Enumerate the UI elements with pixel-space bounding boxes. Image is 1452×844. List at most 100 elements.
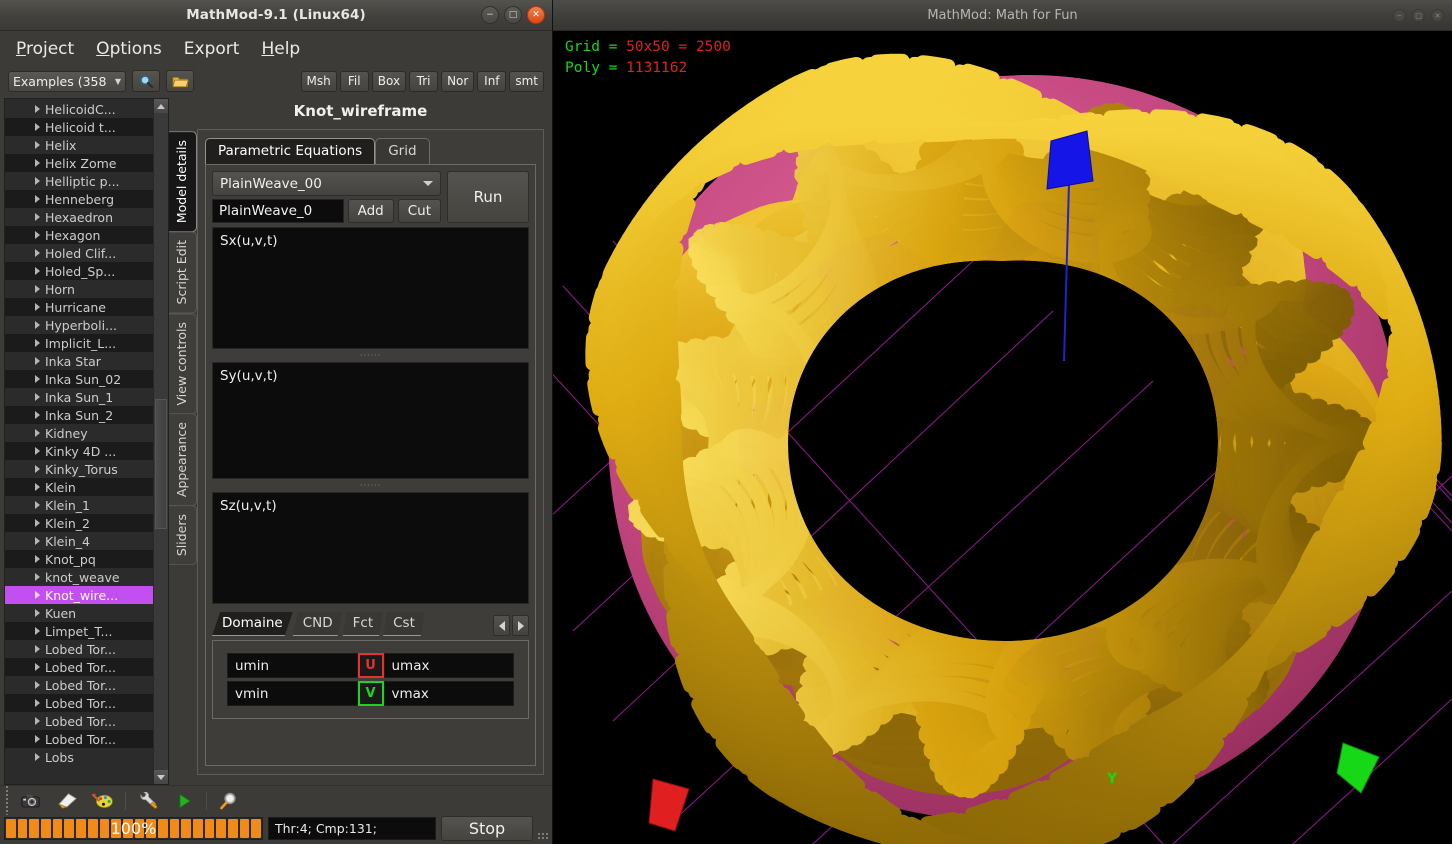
vtab-script-edit[interactable]: Script Edit xyxy=(169,231,197,314)
settings-button[interactable] xyxy=(131,788,165,814)
list-item[interactable]: Helliptic p... xyxy=(5,172,153,190)
list-item[interactable]: Hexaedron xyxy=(5,208,153,226)
list-item[interactable]: Inka Sun_02 xyxy=(5,370,153,388)
play-button[interactable] xyxy=(167,788,201,814)
menu-options[interactable]: Options xyxy=(88,36,170,62)
list-item[interactable]: Hexagon xyxy=(5,226,153,244)
model-list[interactable]: HelicoidC... Helicoid t... Helix Helix Zome… xyxy=(5,99,153,784)
palette-button[interactable] xyxy=(86,788,120,814)
equation-sz-input[interactable]: Sz(u,v,t) xyxy=(212,492,529,604)
component-combo[interactable]: PlainWeave_00 xyxy=(212,171,441,196)
expand-arrow-icon[interactable] xyxy=(35,141,40,149)
expand-arrow-icon[interactable] xyxy=(35,627,40,635)
expand-arrow-icon[interactable] xyxy=(35,285,40,293)
splitter-handle-2[interactable]: ······ xyxy=(212,481,529,490)
list-item[interactable]: Kuen xyxy=(5,604,153,622)
list-item[interactable]: Lobed Tor... xyxy=(5,730,153,748)
expand-arrow-icon[interactable] xyxy=(35,753,40,761)
list-item[interactable]: Kinky_Torus xyxy=(5,460,153,478)
list-item[interactable]: Implicit_L... xyxy=(5,334,153,352)
expand-arrow-icon[interactable] xyxy=(35,303,40,311)
list-item[interactable]: Lobed Tor... xyxy=(5,658,153,676)
list-item[interactable]: Klein_4 xyxy=(5,532,153,550)
list-item[interactable]: Hurricane xyxy=(5,298,153,316)
list-item[interactable]: Helix xyxy=(5,136,153,154)
btab-domaine[interactable]: Domaine xyxy=(212,612,293,636)
cut-button[interactable]: Cut xyxy=(397,199,441,223)
equation-sy-input[interactable]: Sy(u,v,t) xyxy=(212,362,529,479)
scroll-down-button[interactable] xyxy=(154,770,168,784)
equation-sx-input[interactable]: Sx(u,v,t) xyxy=(212,227,529,349)
list-item[interactable]: Klein_1 xyxy=(5,496,153,514)
list-item[interactable]: Lobed Tor... xyxy=(5,694,153,712)
notepad-button[interactable] xyxy=(50,788,84,814)
umax-input[interactable]: umax xyxy=(383,653,514,678)
list-item[interactable]: Lobed Tor... xyxy=(5,640,153,658)
run-button[interactable]: Run xyxy=(447,171,529,223)
list-item[interactable]: Inka Star xyxy=(5,352,153,370)
vmin-input[interactable]: vmin xyxy=(227,681,358,706)
expand-arrow-icon[interactable] xyxy=(35,645,40,653)
resize-grip[interactable] xyxy=(538,819,548,839)
expand-arrow-icon[interactable] xyxy=(35,447,40,455)
expand-arrow-icon[interactable] xyxy=(35,519,40,527)
expand-arrow-icon[interactable] xyxy=(35,591,40,599)
examples-combo[interactable]: Examples (358 ▼ xyxy=(8,70,126,92)
expand-arrow-icon[interactable] xyxy=(35,573,40,581)
vtab-sliders[interactable]: Sliders xyxy=(169,505,197,566)
list-item[interactable]: Holed_Sp... xyxy=(5,262,153,280)
list-item[interactable]: Knot_wire... xyxy=(5,586,153,604)
toolbar-drag-handle[interactable] xyxy=(4,781,12,820)
expand-arrow-icon[interactable] xyxy=(35,609,40,617)
expand-arrow-icon[interactable] xyxy=(35,501,40,509)
umin-input[interactable]: umin xyxy=(227,653,358,678)
menu-help[interactable]: Help xyxy=(253,36,308,62)
btab-cst[interactable]: Cst xyxy=(383,612,425,636)
splitter-handle-1[interactable]: ······ xyxy=(212,351,529,360)
list-item[interactable]: knot_weave xyxy=(5,568,153,586)
model-list-scrollbar[interactable] xyxy=(153,99,168,784)
expand-arrow-icon[interactable] xyxy=(35,249,40,257)
btn-fil[interactable]: Fil xyxy=(339,70,369,92)
scroll-up-button[interactable] xyxy=(154,99,168,113)
list-item[interactable]: Holed Clif... xyxy=(5,244,153,262)
list-item[interactable]: Klein xyxy=(5,478,153,496)
expand-arrow-icon[interactable] xyxy=(35,213,40,221)
expand-arrow-icon[interactable] xyxy=(35,717,40,725)
scrollbar-thumb[interactable] xyxy=(155,399,167,529)
tab-grid[interactable]: Grid xyxy=(375,138,430,164)
add-button[interactable]: Add xyxy=(347,199,394,223)
btn-smt[interactable]: smt xyxy=(509,70,544,92)
expand-arrow-icon[interactable] xyxy=(35,393,40,401)
list-item[interactable]: Hyperboli... xyxy=(5,316,153,334)
list-item[interactable]: Kidney xyxy=(5,424,153,442)
expand-arrow-icon[interactable] xyxy=(35,357,40,365)
expand-arrow-icon[interactable] xyxy=(35,105,40,113)
list-item[interactable]: HelicoidC... xyxy=(5,100,153,118)
vtab-model-details[interactable]: Model details xyxy=(169,131,197,233)
list-item[interactable]: Inka Sun_2 xyxy=(5,406,153,424)
expand-arrow-icon[interactable] xyxy=(35,537,40,545)
expand-arrow-icon[interactable] xyxy=(35,555,40,563)
open-file-button[interactable] xyxy=(166,70,194,92)
expand-arrow-icon[interactable] xyxy=(35,267,40,275)
menu-project[interactable]: Project xyxy=(8,36,82,62)
btn-msh[interactable]: Msh xyxy=(300,70,337,92)
search-button[interactable] xyxy=(132,70,160,92)
expand-arrow-icon[interactable] xyxy=(35,159,40,167)
list-item[interactable]: Inka Sun_1 xyxy=(5,388,153,406)
expand-arrow-icon[interactable] xyxy=(35,195,40,203)
camera-button[interactable] xyxy=(14,788,48,814)
close-button[interactable]: ✕ xyxy=(527,6,545,24)
expand-arrow-icon[interactable] xyxy=(35,123,40,131)
btn-tri[interactable]: Tri xyxy=(409,70,439,92)
vmax-input[interactable]: vmax xyxy=(383,681,514,706)
list-item[interactable]: Lobed Tor... xyxy=(5,712,153,730)
list-item[interactable]: Helicoid t... xyxy=(5,118,153,136)
list-item[interactable]: Knot_pq xyxy=(5,550,153,568)
zoom-button[interactable] xyxy=(212,788,246,814)
list-item[interactable]: Limpet_T... xyxy=(5,622,153,640)
tab-parametric-equations[interactable]: Parametric Equations xyxy=(205,138,376,164)
btn-box[interactable]: Box xyxy=(371,70,407,92)
maximize-button[interactable]: □ xyxy=(504,6,522,24)
